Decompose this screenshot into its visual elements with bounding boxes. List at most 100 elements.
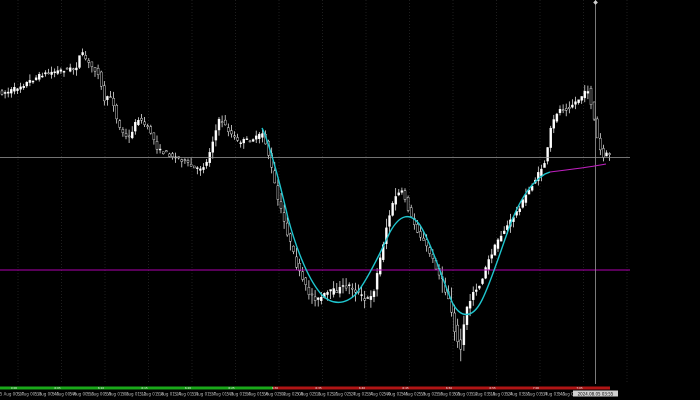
candle (369, 290, 373, 308)
candle (152, 132, 156, 145)
candle (599, 133, 602, 156)
candle (608, 152, 611, 161)
candle (134, 119, 137, 135)
candle (605, 150, 608, 157)
candle (81, 48, 84, 57)
cursor-time-label: 2024.08.05 03:55 (578, 391, 614, 396)
candle (360, 286, 363, 302)
candle (549, 125, 552, 152)
candle (292, 245, 295, 255)
candle (130, 126, 134, 140)
candle (602, 144, 605, 162)
candle (546, 147, 549, 165)
candle (93, 67, 97, 77)
candle (379, 253, 382, 277)
candle (202, 163, 205, 174)
candle (137, 117, 140, 127)
candle (0, 89, 4, 96)
candle (223, 115, 227, 126)
candle (565, 103, 568, 117)
candle (13, 82, 16, 95)
session-label: 6:55 (489, 386, 496, 390)
session-segment-red (273, 386, 610, 390)
candle (242, 137, 246, 149)
session-label: 6:20 (185, 386, 192, 390)
candle (313, 290, 317, 307)
chart-grid (17, 0, 628, 384)
candle (72, 67, 75, 75)
candle (217, 116, 221, 136)
candle (385, 218, 388, 250)
candle (149, 124, 153, 135)
candle (19, 82, 22, 93)
session-label: 7:00 (533, 386, 540, 390)
candle (183, 158, 187, 164)
candle (537, 166, 540, 186)
session-label: 0:00 (11, 386, 18, 390)
candle (475, 283, 478, 296)
candle (413, 213, 416, 230)
session-label: 6:50 (446, 386, 453, 390)
candle (338, 281, 342, 298)
candle (282, 204, 286, 229)
candle (106, 95, 109, 106)
candle (140, 114, 143, 124)
candle (372, 289, 376, 303)
candle (248, 139, 252, 143)
candle (304, 276, 307, 291)
candle (351, 283, 354, 298)
price-chart[interactable]: ◆ 0:00 6:05 6:10 6:15 6:20 6:25 6:30 6:35 6:40 6:… (0, 0, 700, 400)
candle (289, 232, 292, 251)
candle (571, 99, 574, 109)
candle (397, 189, 400, 197)
candle (394, 188, 397, 211)
candle (279, 193, 283, 214)
candle (518, 205, 521, 216)
candle (53, 68, 56, 78)
candle (406, 195, 410, 213)
candle (239, 140, 242, 148)
candle (44, 70, 47, 77)
candle (47, 68, 50, 75)
candle (84, 51, 87, 61)
candle (251, 138, 255, 143)
candle (552, 114, 555, 134)
candle (158, 144, 162, 154)
candle (227, 123, 230, 137)
candle (230, 125, 233, 138)
session-label: 7:05 (576, 386, 583, 390)
candle (503, 226, 506, 235)
candle (363, 290, 366, 309)
candle (186, 158, 190, 167)
candle (192, 165, 196, 169)
candle (196, 166, 199, 175)
candle (118, 119, 122, 131)
session-bar: 0:00 6:05 6:10 6:15 6:20 6:25 6:30 6:35 6:40 6:45… (0, 386, 610, 390)
candle (453, 304, 456, 341)
candle (22, 83, 25, 90)
candle (10, 86, 13, 98)
candle (496, 237, 500, 252)
fit-curve-extension (549, 163, 607, 173)
candle (490, 248, 493, 264)
candle (344, 278, 348, 292)
candle (127, 129, 131, 143)
chart-window[interactable]: ◆ 0:00 6:05 6:10 6:15 6:20 6:25 6:30 6:35 6:40 6:… (0, 0, 700, 400)
candle (580, 96, 583, 104)
candle (121, 127, 125, 137)
candle (568, 101, 571, 114)
candle (68, 63, 72, 73)
candle (56, 66, 59, 76)
candle (3, 90, 7, 99)
candle (75, 62, 78, 76)
candle (124, 128, 128, 140)
candle (112, 91, 115, 112)
candle (31, 80, 35, 84)
candle (171, 152, 174, 160)
candle (329, 289, 332, 300)
candle (583, 85, 586, 103)
time-axis: 5 Aug 00:275 Aug 00:335 Aug 00:405 Aug 0… (0, 392, 618, 397)
candle (180, 158, 184, 168)
candle (6, 87, 10, 98)
candle (301, 266, 304, 282)
